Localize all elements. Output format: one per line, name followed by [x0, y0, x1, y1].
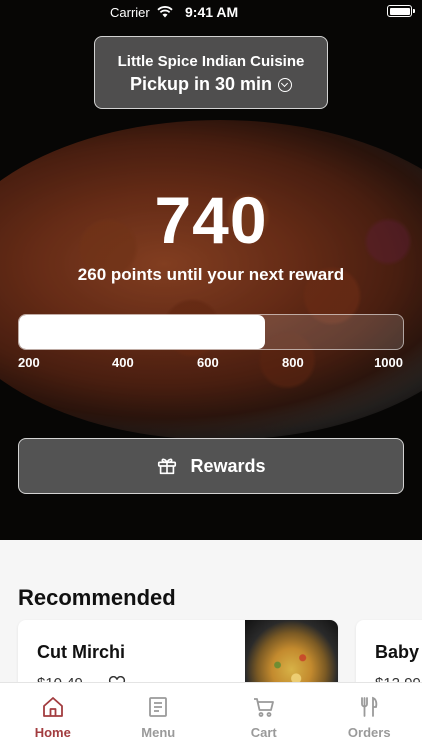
tick-label: 600 — [197, 355, 219, 370]
tick-label: 1000 — [374, 355, 403, 370]
home-icon — [42, 697, 63, 717]
cart-icon — [253, 698, 274, 717]
tab-label: Orders — [347, 725, 391, 740]
rewards-button[interactable]: Rewards — [18, 438, 404, 494]
tick-label: 400 — [112, 355, 134, 370]
rewards-progress-fill — [19, 315, 265, 349]
tab-orders[interactable]: Orders — [317, 683, 422, 750]
wifi-icon — [157, 6, 173, 18]
tab-label: Cart — [250, 725, 277, 740]
restaurant-name: Little Spice Indian Cuisine — [117, 53, 305, 70]
clock: 9:41 AM — [185, 4, 239, 20]
battery-icon — [387, 5, 415, 17]
tick-label: 800 — [282, 355, 304, 370]
carrier-label: Carrier — [110, 5, 150, 20]
tab-label: Menu — [141, 725, 176, 740]
item-name: Cut Mirchi — [37, 642, 125, 662]
tab-bar: Home Menu Cart Orders — [0, 682, 422, 750]
pickup-time: Pickup in 30 min — [129, 74, 273, 94]
location-selector[interactable]: Little Spice Indian Cuisine Pickup in 30… — [94, 36, 328, 109]
rewards-progress-bar — [18, 314, 404, 350]
item-name: Baby — [375, 642, 420, 662]
tab-menu[interactable]: Menu — [106, 683, 212, 750]
status-bar: Carrier 9:41 AM — [0, 0, 422, 24]
rewards-button-label: Rewards — [190, 455, 266, 476]
gift-icon — [158, 458, 177, 475]
progress-ticks: 200 400 600 800 1000 — [18, 355, 404, 373]
recommended-heading: Recommended — [18, 585, 176, 610]
tab-home[interactable]: Home — [0, 683, 106, 750]
points-balance: 740 — [154, 183, 268, 257]
tab-cart[interactable]: Cart — [211, 683, 317, 750]
points-caption: 260 points until your next reward — [77, 265, 345, 284]
orders-icon — [361, 696, 378, 717]
chevron-down-icon — [278, 77, 293, 92]
tick-label: 200 — [18, 355, 40, 370]
menu-icon — [149, 697, 168, 717]
tab-label: Home — [34, 725, 71, 740]
hero-section: Carrier 9:41 AM Little Spice Indian Cuis… — [0, 0, 422, 540]
